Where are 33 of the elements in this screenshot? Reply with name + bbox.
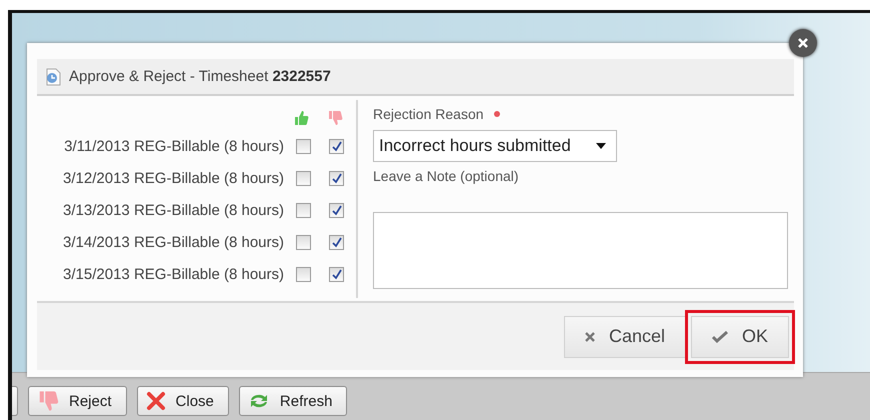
timesheet-entry: 3/11/2013 REG-Billable (8 hours) bbox=[64, 138, 284, 154]
timesheet-entry: 3/14/2013 REG-Billable (8 hours) bbox=[63, 234, 284, 250]
checkbox[interactable] bbox=[329, 266, 344, 282]
checkbox[interactable] bbox=[296, 234, 311, 250]
cancel-button[interactable]: Cancel bbox=[564, 316, 686, 358]
checkbox[interactable] bbox=[296, 266, 311, 282]
thumbs-down-icon bbox=[37, 390, 59, 412]
checkbox[interactable] bbox=[296, 138, 311, 154]
note-field[interactable] bbox=[373, 212, 788, 289]
checkbox[interactable] bbox=[329, 170, 344, 186]
rejection-reason-dropdown[interactable]: Incorrect hours submitted bbox=[373, 130, 617, 162]
checkbox[interactable] bbox=[329, 138, 344, 154]
close-icon bbox=[146, 391, 166, 411]
dialog-title: Approve & Reject - Timesheet 2322557 bbox=[69, 68, 331, 85]
timesheet-entry: 3/12/2013 REG-Billable (8 hours) bbox=[63, 170, 284, 186]
field-label: Rejection Reason bbox=[373, 106, 484, 122]
reject-button[interactable]: Reject bbox=[28, 386, 127, 416]
caret-icon bbox=[596, 143, 606, 149]
thumbs-up-icon bbox=[293, 110, 309, 126]
checkbox[interactable] bbox=[329, 234, 344, 250]
close-icon bbox=[797, 37, 809, 49]
thumbs-down-icon bbox=[327, 110, 343, 126]
checkbox[interactable] bbox=[296, 170, 311, 186]
refresh-button[interactable]: Refresh bbox=[238, 386, 348, 416]
cancel-icon bbox=[584, 332, 595, 342]
field-label: Leave a Note (optional) bbox=[373, 168, 519, 184]
checkbox[interactable] bbox=[329, 202, 344, 218]
timesheet-entry: 3/15/2013 REG-Billable (8 hours) bbox=[63, 266, 284, 282]
close-button[interactable]: Close bbox=[136, 386, 229, 416]
check-icon bbox=[712, 330, 728, 342]
toolbar-button[interactable] bbox=[12, 386, 18, 416]
checkbox[interactable] bbox=[296, 202, 311, 218]
timesheet-entry: 3/13/2013 REG-Billable (8 hours) bbox=[63, 202, 284, 218]
